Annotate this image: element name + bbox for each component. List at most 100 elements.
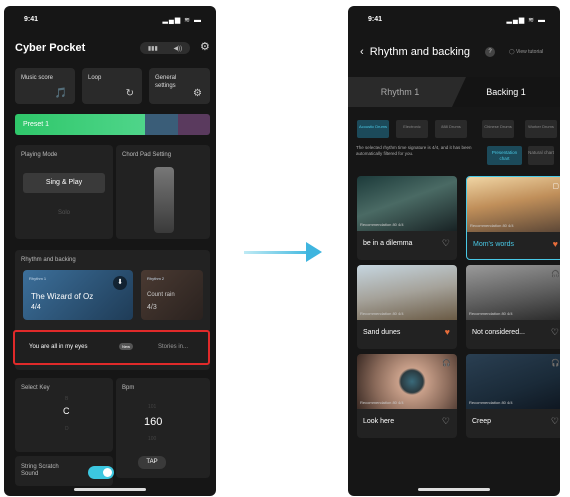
general-settings-card[interactable]: General settings ⚙ bbox=[149, 68, 210, 104]
chip-electronic[interactable]: Electronic bbox=[396, 120, 428, 138]
solo-button[interactable]: Solo bbox=[23, 203, 105, 223]
settings-icon: ⚙ bbox=[193, 88, 202, 99]
status-icons: ▂▄▆ ≋ ▬ bbox=[162, 17, 202, 24]
heart-filled-icon[interactable]: ♥ bbox=[445, 327, 450, 337]
card-title: Creep bbox=[472, 418, 492, 425]
card-title: be in a dilemma bbox=[363, 240, 413, 247]
heart-icon[interactable]: ♡ bbox=[442, 416, 450, 427]
preset-slot-3[interactable] bbox=[178, 114, 210, 135]
heart-icon[interactable]: ♡ bbox=[442, 238, 450, 249]
highlighted-backing-row[interactable]: You are all in my eyes New Stories in... bbox=[13, 330, 210, 365]
preset-bar[interactable]: Preset 1 bbox=[15, 114, 210, 135]
headphones-icon: 🎧 bbox=[551, 271, 560, 278]
bpm-title: Bpm bbox=[122, 385, 135, 391]
select-key-title: Select Key bbox=[21, 385, 50, 391]
key-value[interactable]: C bbox=[63, 406, 70, 416]
tap-button[interactable]: TAP bbox=[138, 456, 166, 469]
loop-label: Loop bbox=[88, 75, 102, 81]
chip-chinese-drums[interactable]: Chinese Drums bbox=[482, 120, 514, 138]
general-settings-label: General settings bbox=[155, 75, 177, 89]
string-scratch-toggle[interactable] bbox=[88, 466, 114, 479]
rhythm-card-active[interactable]: Rhythm 1 The Wizard of Oz 4/4 ⬇ bbox=[23, 270, 133, 320]
key-above[interactable]: B bbox=[65, 396, 68, 402]
page-title: Rhythm and backing bbox=[369, 46, 471, 58]
back-chevron-icon[interactable]: ‹ bbox=[360, 46, 364, 58]
bpm-value[interactable]: 160 bbox=[144, 416, 162, 428]
volume-toggle-icon[interactable]: ◀)) bbox=[174, 45, 183, 52]
playing-mode-panel: Playing Mode Sing & Play Solo bbox=[15, 145, 113, 239]
music-score-card[interactable]: Music score 🎵 bbox=[15, 68, 75, 104]
view-tutorial-link[interactable]: ◯ View tutorial bbox=[509, 49, 543, 55]
loop-card[interactable]: Loop ↻ bbox=[82, 68, 142, 104]
card-meta: Recommendation 80 4/4 bbox=[470, 223, 514, 228]
rhythm-card-tag: Rhythm 2 bbox=[147, 276, 165, 281]
string-scratch-panel: String Scratch Sound bbox=[15, 456, 114, 486]
home-indicator[interactable] bbox=[418, 488, 490, 491]
info-text: The selected rhythm time signature is 4/… bbox=[356, 145, 472, 156]
backing-card[interactable]: Recommendation 80 4/4 be in a dilemma ♡ bbox=[357, 176, 457, 260]
tab-bar: Rhythm 1 Backing 1 bbox=[348, 77, 560, 107]
backing-card[interactable]: 🎧 Recommendation 80 4/4 Look here ♡ bbox=[357, 354, 457, 438]
sing-play-button[interactable]: Sing & Play bbox=[23, 173, 105, 193]
card-title: Sand dunes bbox=[363, 329, 401, 336]
status-time: 9:41 bbox=[24, 16, 39, 23]
bpm-panel: Bpm 101 160 100 TAP bbox=[116, 378, 210, 478]
right-phone-screen: 9:41 ▂▄▆ ≋ ▬ ‹ Rhythm and backing ? ◯ Vi… bbox=[348, 6, 560, 496]
backing-card[interactable]: 🎧 Recommendation 80 4/4 Not considered..… bbox=[466, 265, 560, 349]
tab-backing[interactable]: Backing 1 bbox=[452, 77, 560, 107]
chip-worker-drums[interactable]: Worker Drums bbox=[525, 120, 557, 138]
header-toggles[interactable]: ▮▮▮ ◀)) bbox=[140, 42, 190, 54]
chord-pad-slider[interactable] bbox=[154, 167, 174, 233]
chord-pad-title: Chord Pad Setting bbox=[122, 152, 172, 158]
backing-story-label: Stories in... bbox=[158, 344, 189, 350]
tab-rhythm[interactable]: Rhythm 1 bbox=[348, 77, 452, 107]
status-bar: 9:41 ▂▄▆ ≋ ▬ bbox=[4, 16, 216, 28]
key-below[interactable]: D bbox=[65, 426, 69, 432]
bpm-below[interactable]: 100 bbox=[148, 436, 156, 442]
home-indicator[interactable] bbox=[74, 488, 146, 491]
headphones-icon: 🎧 bbox=[442, 360, 451, 367]
rhythm-card-signature: 4/3 bbox=[147, 304, 157, 311]
card-meta: Recommendation 80 4/4 bbox=[360, 222, 404, 227]
chip-acoustic-drums[interactable]: Acoustic Drums bbox=[357, 120, 389, 138]
heart-icon[interactable]: ♡ bbox=[551, 416, 559, 427]
backing-card-selected[interactable]: ▢ Recommendation 80 4/4 Mom's words ♥ bbox=[466, 176, 560, 260]
status-icons: ▂▄▆ ≋ ▬ bbox=[506, 17, 546, 24]
music-score-label: Music score bbox=[21, 75, 54, 81]
card-meta: Recommendation 80 4/4 bbox=[360, 311, 404, 316]
card-meta: Recommendation 80 4/4 bbox=[469, 400, 513, 405]
card-meta: Recommendation 80 4/4 bbox=[360, 400, 404, 405]
natural-chart-button[interactable]: Natural chart bbox=[528, 146, 554, 165]
rhythm-card-signature: 4/4 bbox=[31, 304, 41, 311]
backing-card[interactable]: Recommendation 80 4/4 Sand dunes ♥ bbox=[357, 265, 457, 349]
gear-icon[interactable]: ⚙ bbox=[200, 40, 210, 53]
battery-toggle-icon[interactable]: ▮▮▮ bbox=[148, 45, 158, 52]
preset-slot-2[interactable] bbox=[145, 114, 178, 135]
help-icon[interactable]: ? bbox=[485, 47, 495, 57]
heart-icon[interactable]: ♡ bbox=[551, 327, 559, 338]
headphones-icon: 🎧 bbox=[551, 360, 560, 367]
select-key-panel: Select Key B C D bbox=[15, 378, 113, 452]
presentation-chart-button[interactable]: Presentation chart bbox=[487, 146, 522, 165]
status-time: 9:41 bbox=[368, 16, 383, 23]
playing-mode-title: Playing Mode bbox=[21, 152, 58, 158]
bpm-above[interactable]: 101 bbox=[148, 404, 156, 410]
status-bar: 9:41 ▂▄▆ ≋ ▬ bbox=[348, 16, 560, 28]
rhythm-card-name: Count rain bbox=[147, 292, 175, 298]
backing-card[interactable]: 🎧 Recommendation 80 4/4 Creep ♡ bbox=[466, 354, 560, 438]
rhythm-card-name: The Wizard of Oz bbox=[31, 292, 94, 301]
arrow-right-icon bbox=[306, 242, 322, 262]
string-scratch-label: String Scratch Sound bbox=[21, 464, 59, 477]
rhythm-card-inactive[interactable]: Rhythm 2 Count rain 4/3 bbox=[141, 270, 203, 320]
card-title: Not considered... bbox=[472, 329, 525, 336]
nav-bar: ‹ Rhythm and backing bbox=[360, 46, 470, 58]
preset-label[interactable]: Preset 1 bbox=[15, 114, 145, 135]
heart-filled-icon[interactable]: ♥ bbox=[553, 239, 558, 249]
left-phone-screen: 9:41 ▂▄▆ ≋ ▬ Cyber Pocket ▮▮▮ ◀)) ⚙ Musi… bbox=[4, 6, 216, 496]
rhythm-backing-title: Rhythm and backing bbox=[21, 257, 76, 263]
play-icon[interactable]: ⬇ bbox=[113, 276, 127, 290]
transition-arrow-line bbox=[244, 251, 310, 254]
placeholder-icon: ▢ bbox=[552, 183, 559, 190]
new-badge: New bbox=[119, 343, 134, 350]
chip-888-drums[interactable]: 888 Drums bbox=[435, 120, 467, 138]
